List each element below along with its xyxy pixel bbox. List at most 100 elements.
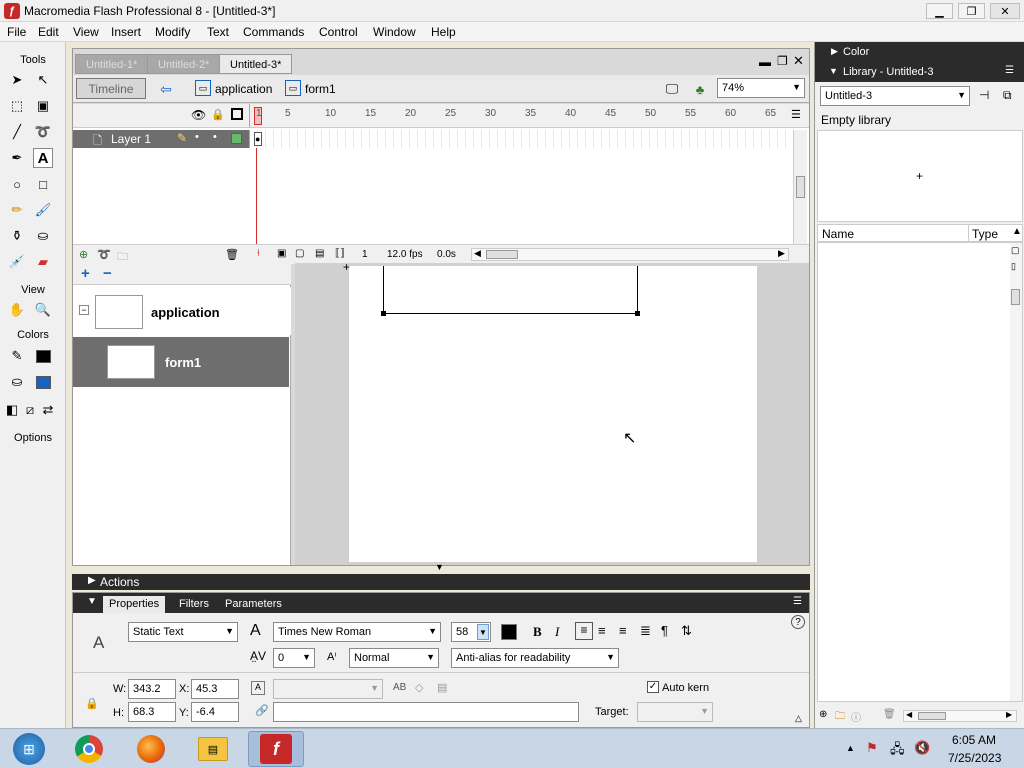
pane-collapse-icon[interactable]: ▼ <box>435 562 444 572</box>
add-screen-icon[interactable]: + <box>81 265 90 282</box>
chrome-button[interactable] <box>64 731 114 767</box>
eyedropper-tool[interactable]: 💉 <box>7 252 27 272</box>
hscroll-thumb[interactable] <box>918 712 946 720</box>
scroll-thumb[interactable] <box>796 176 805 198</box>
url-field[interactable] <box>273 702 579 722</box>
close-button[interactable]: ✕ <box>990 3 1020 19</box>
justify-icon[interactable]: ≣ <box>640 623 651 639</box>
sort-icon[interactable]: ▲ <box>1012 226 1022 237</box>
target-select[interactable]: ▼ <box>637 702 713 722</box>
menu-commands[interactable]: Commands <box>243 25 304 39</box>
wide-view-icon[interactable]: ▢ <box>1011 245 1020 256</box>
stroke-color-swatch[interactable] <box>33 346 53 366</box>
tab-filters[interactable]: Filters <box>173 596 215 613</box>
stage-area[interactable]: + ↖ <box>295 260 809 565</box>
scroll-right-icon[interactable]: ▶ <box>778 248 785 259</box>
actions-panel-bar[interactable]: ▶ Actions <box>72 574 810 590</box>
fill-color-swatch[interactable] <box>33 372 53 392</box>
bold-icon[interactable]: B <box>533 624 542 640</box>
no-color-button[interactable]: ⧄ <box>22 400 38 420</box>
properties-icon[interactable]: ⓘ <box>851 709 861 724</box>
flash-taskbar-button[interactable]: f <box>248 731 304 767</box>
pin-library-icon[interactable]: ⊣ <box>979 88 989 102</box>
scroll-left-icon[interactable]: ◀ <box>906 710 912 719</box>
color-panel-header[interactable]: ▶ Color <box>815 42 1024 62</box>
firefox-button[interactable] <box>126 731 176 767</box>
edit-symbols-icon[interactable]: ♣ <box>689 80 711 98</box>
network-icon[interactable]: 🖧 <box>890 740 905 762</box>
clock-date[interactable]: 7/25/2023 <box>948 751 1001 765</box>
text-orientation-icon[interactable]: ⇅ <box>681 623 692 639</box>
ink-bottle-tool[interactable]: ⚱ <box>7 226 27 246</box>
restore-button[interactable]: ❐ <box>958 3 985 19</box>
remove-screen-icon[interactable]: − <box>103 265 112 282</box>
panel-menu-icon[interactable]: ☰ <box>1005 65 1014 76</box>
lock-proportions-icon[interactable]: 🔒 <box>85 697 99 710</box>
breadcrumb-application[interactable]: application <box>215 82 272 96</box>
align-left-icon[interactable]: ≡ <box>575 622 593 640</box>
lock-dot-icon[interactable]: • <box>213 131 217 143</box>
resize-handle[interactable] <box>635 311 640 316</box>
font-size-field[interactable]: 58 ▼ <box>451 622 491 642</box>
timeline-hscroll[interactable]: ◀ ▶ <box>471 248 789 261</box>
stroke-color-tool[interactable]: ✎ <box>7 346 27 366</box>
back-arrow-icon[interactable]: ⇦ <box>157 80 175 98</box>
antialias-select[interactable]: Anti-alias for readability ▼ <box>451 648 619 668</box>
minimize-button[interactable]: ▁ <box>926 3 953 19</box>
selection-tool[interactable]: ➤ <box>7 70 27 90</box>
library-vscroll[interactable]: ▢ ▯ <box>1010 243 1022 701</box>
timeline-menu-icon[interactable]: ☰ <box>791 108 801 121</box>
chevron-down-icon[interactable]: ▼ <box>302 652 311 662</box>
collapse-icon[interactable]: − <box>79 305 89 315</box>
expand-panel-icon[interactable]: △ <box>795 713 802 724</box>
help-icon[interactable]: ? <box>791 615 805 629</box>
hand-tool[interactable]: ✋ <box>7 300 27 320</box>
delete-icon[interactable]: 🗑 <box>883 709 896 720</box>
tab-untitled-3[interactable]: Untitled-3* <box>219 54 293 74</box>
width-field[interactable]: 343.2 <box>128 679 176 699</box>
eye-icon[interactable]: 👁 <box>191 108 206 122</box>
zoom-select[interactable]: 74% ▼ <box>717 78 805 98</box>
pen-tool[interactable]: ✒ <box>7 148 27 168</box>
italic-icon[interactable]: I <box>555 624 559 640</box>
chevron-down-icon[interactable]: ▼ <box>477 624 489 640</box>
scroll-thumb[interactable] <box>1011 289 1020 305</box>
breadcrumb-form1[interactable]: form1 <box>305 82 336 96</box>
outline-icon[interactable] <box>231 108 243 120</box>
clock-time[interactable]: 6:05 AM <box>952 733 996 747</box>
collapse-arrow-icon[interactable]: ▼ <box>87 596 97 607</box>
narrow-view-icon[interactable]: ▯ <box>1011 261 1016 272</box>
new-library-panel-icon[interactable]: ⧉ <box>1003 88 1012 103</box>
auto-kern-checkbox[interactable]: ✓ <box>647 681 659 693</box>
menu-modify[interactable]: Modify <box>155 25 190 39</box>
new-symbol-icon[interactable]: ⊕ <box>819 709 827 720</box>
char-position-select[interactable]: Normal ▼ <box>349 648 439 668</box>
explorer-button[interactable]: ▤ <box>188 731 238 767</box>
menu-help[interactable]: Help <box>431 25 456 39</box>
line-tool[interactable]: ╱ <box>7 122 27 142</box>
resize-handle[interactable] <box>381 311 386 316</box>
library-list[interactable]: ▢ ▯ <box>817 242 1023 702</box>
action-center-icon[interactable]: ⚑ <box>866 740 878 756</box>
selectable-text-icon[interactable]: AB <box>393 682 406 693</box>
edit-multiple-frames-icon[interactable]: ▤ <box>315 248 324 259</box>
paragraph-format-icon[interactable]: ¶ <box>661 623 668 638</box>
name-column[interactable]: Name <box>822 227 854 241</box>
tab-parameters[interactable]: Parameters <box>219 596 288 613</box>
visibility-dot-icon[interactable]: • <box>195 131 199 143</box>
swap-colors-button[interactable]: ⇄ <box>40 400 56 420</box>
frame-row[interactable]: ● <box>249 130 791 148</box>
timeline-toggle-button[interactable]: Timeline <box>76 78 146 99</box>
render-html-icon[interactable]: ◇ <box>415 681 423 694</box>
lock-icon[interactable]: 🔒 <box>211 108 225 121</box>
pencil-tool[interactable]: ✏ <box>7 200 27 220</box>
library-select[interactable]: Untitled-3 ▼ <box>820 86 970 106</box>
height-field[interactable]: 68.3 <box>128 702 176 722</box>
black-white-button[interactable]: ◧ <box>4 400 20 420</box>
menu-control[interactable]: Control <box>319 25 358 39</box>
text-type-select[interactable]: Static Text ▼ <box>128 622 238 642</box>
oval-tool[interactable]: ○ <box>7 174 27 194</box>
timeline-vscroll[interactable] <box>793 130 807 244</box>
onion-outlines-icon[interactable]: ▢ <box>295 248 304 259</box>
center-frame-icon[interactable]: ⍿ <box>257 248 260 259</box>
